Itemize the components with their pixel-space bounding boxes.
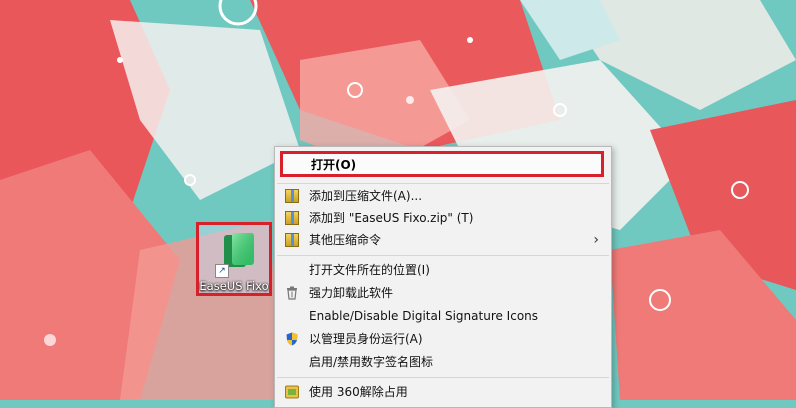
trash-icon <box>287 286 297 300</box>
shortcut-arrow-icon: ↗ <box>215 264 229 278</box>
menu-item-label: 其他压缩命令 <box>309 233 382 247</box>
uac-shield-icon <box>286 332 298 346</box>
menu-item-label: Enable/Disable Digital Signature Icons <box>309 309 539 323</box>
menu-separator <box>277 377 609 378</box>
menu-item-label: 以管理员身份运行(A) <box>309 332 423 346</box>
menu-item-label: 打开文件所在的位置(I) <box>309 263 430 277</box>
menu-item-run-as-admin[interactable]: 以管理员身份运行(A) <box>275 328 611 350</box>
menu-item-add-to-zip[interactable]: 添加到 "EaseUS Fixo.zip" (T) <box>275 207 611 229</box>
360-icon <box>285 385 299 399</box>
archive-icon <box>285 211 299 225</box>
desktop-icon-label: EaseUS Fixo <box>199 279 269 293</box>
menu-item-other-compress[interactable]: 其他压缩命令 › <box>275 229 611 251</box>
menu-item-label: 添加到压缩文件(A)... <box>309 189 423 203</box>
menu-item-force-uninstall[interactable]: 强力卸载此软件 <box>275 282 611 304</box>
menu-item-open-file-location[interactable]: 打开文件所在的位置(I) <box>275 259 611 281</box>
archive-icon <box>285 189 299 203</box>
menu-item-toggle-signature-icons[interactable]: 启用/禁用数字签名图标 <box>275 351 611 373</box>
menu-item-enable-disable-signature[interactable]: Enable/Disable Digital Signature Icons <box>275 305 611 327</box>
menu-item-label: 强力卸载此软件 <box>309 286 394 300</box>
menu-separator <box>277 255 609 256</box>
menu-separator <box>277 183 609 184</box>
desktop-shortcut-easeus-fixo[interactable]: ↗ EaseUS Fixo <box>196 222 272 296</box>
menu-item-label: 打开(O) <box>311 158 357 172</box>
context-menu: 打开(O) 添加到压缩文件(A)... 添加到 "EaseUS Fixo.zip… <box>274 146 612 408</box>
menu-item-label: 启用/禁用数字签名图标 <box>309 355 434 369</box>
menu-item-label: 添加到 "EaseUS Fixo.zip" (T) <box>309 211 474 225</box>
menu-item-open[interactable]: 打开(O) <box>280 151 604 177</box>
archive-icon <box>285 233 299 247</box>
chevron-right-icon: › <box>593 232 599 248</box>
menu-item-add-to-archive[interactable]: 添加到压缩文件(A)... <box>275 185 611 207</box>
